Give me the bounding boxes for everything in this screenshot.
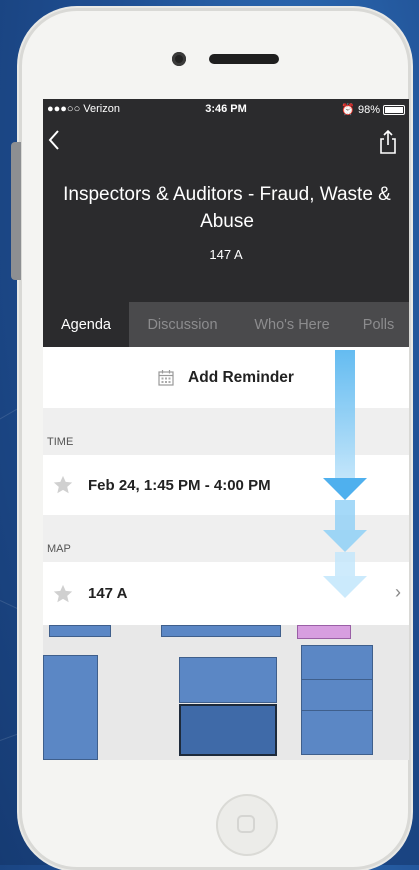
time-header-label: TIME <box>47 436 74 448</box>
floor-map[interactable] <box>43 625 409 760</box>
map-room <box>301 645 373 755</box>
scroll-down-arrow-icon <box>323 350 367 598</box>
battery-percent: 98% <box>357 103 380 116</box>
map-divider <box>301 710 373 711</box>
status-bar: ●●●○○ Verizon 3:46 PM ⏰ 98% <box>43 99 409 119</box>
tab-agenda[interactable]: Agenda <box>43 302 129 347</box>
tab-whos-here[interactable]: Who's Here <box>236 302 348 347</box>
map-room <box>43 655 98 760</box>
session-header: ●●●○○ Verizon 3:46 PM ⏰ 98% Inspectors &… <box>43 99 409 302</box>
tab-bar: Agenda Discussion Who's Here Polls <box>43 302 409 347</box>
map-header-label: MAP <box>47 543 71 555</box>
front-camera <box>172 52 186 66</box>
session-room: 147 A <box>209 247 243 262</box>
home-square-icon <box>237 815 255 833</box>
battery-icon <box>383 104 405 115</box>
map-room <box>161 625 281 637</box>
calendar-icon <box>158 370 174 386</box>
session-time: Feb 24, 1:45 PM - 4:00 PM <box>88 476 271 494</box>
alarm-icon: ⏰ <box>341 104 355 116</box>
home-button[interactable] <box>216 794 278 856</box>
map-location: 147 A <box>88 585 128 602</box>
map-divider <box>301 679 373 680</box>
share-button[interactable] <box>377 129 399 155</box>
back-button[interactable] <box>47 129 69 155</box>
battery-indicator: ⏰ 98% <box>341 103 405 116</box>
app-screen: ●●●○○ Verizon 3:46 PM ⏰ 98% Inspectors &… <box>43 99 409 760</box>
map-room-147a <box>179 704 277 756</box>
volume-button <box>11 142 21 280</box>
map-room-highlighted <box>297 625 351 639</box>
chevron-right-icon: › <box>395 582 401 602</box>
back-chevron-icon <box>48 130 59 150</box>
star-icon[interactable] <box>52 583 74 605</box>
map-room <box>179 657 277 703</box>
star-icon[interactable] <box>52 474 74 496</box>
session-title: Inspectors & Auditors - Fraud, Waste & A… <box>63 184 391 232</box>
speaker-grille <box>209 54 279 64</box>
map-room <box>49 625 111 637</box>
tab-discussion[interactable]: Discussion <box>129 302 236 347</box>
tab-polls[interactable]: Polls <box>348 302 409 347</box>
add-reminder-label: Add Reminder <box>188 368 294 386</box>
share-icon <box>380 129 396 154</box>
